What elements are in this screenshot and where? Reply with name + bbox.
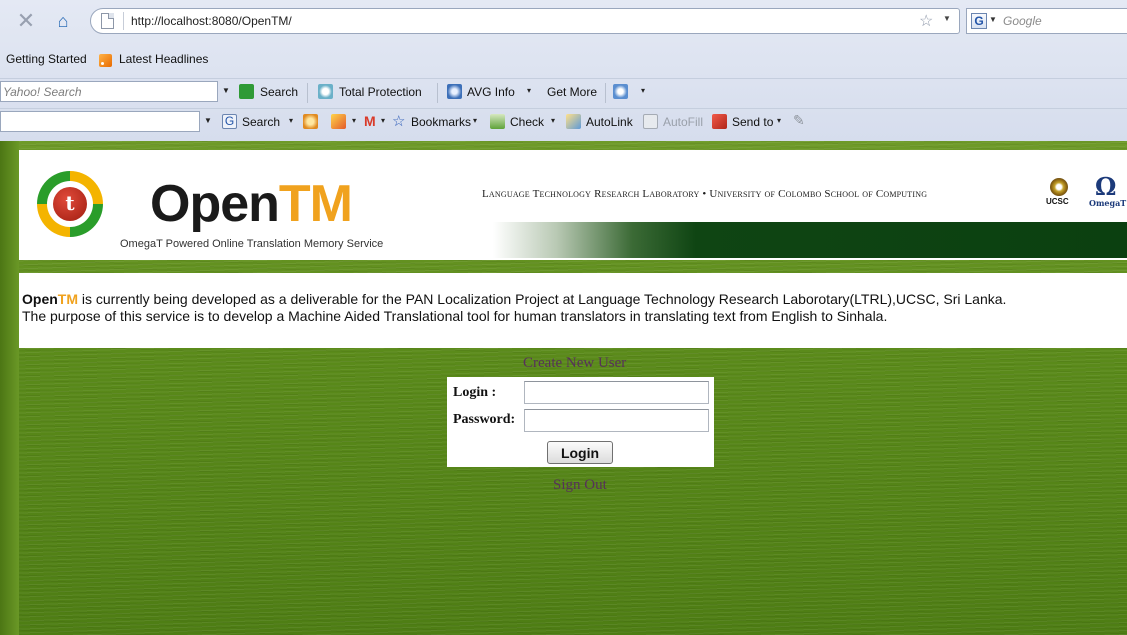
- login-form: Login : Password: Login: [447, 377, 714, 467]
- site-subtitle: OmegaT Powered Online Translation Memory…: [120, 238, 384, 250]
- divider: [307, 83, 308, 103]
- stop-icon[interactable]: ✕: [15, 10, 37, 32]
- bookmarks-button[interactable]: Bookmarks: [411, 115, 471, 129]
- star-icon[interactable]: ☆: [392, 112, 405, 130]
- chevron-down-icon[interactable]: ▾: [381, 116, 385, 125]
- chevron-down-icon[interactable]: ▾: [527, 86, 531, 95]
- opentm-logo-icon: t: [37, 171, 103, 237]
- rss-icon: [99, 54, 112, 67]
- google-icon[interactable]: G: [222, 114, 237, 129]
- site-header: t OpenTM OmegaT Powered Online Translati…: [19, 150, 1127, 260]
- google-search-button[interactable]: Search: [242, 115, 280, 129]
- search-placeholder[interactable]: Google: [1003, 14, 1042, 28]
- arrow-right-icon[interactable]: [239, 84, 254, 99]
- login-field[interactable]: [524, 381, 709, 404]
- header-banner-bar: [493, 222, 1127, 258]
- omega-symbol: Ω: [1095, 172, 1117, 201]
- bookmark-getting-started[interactable]: Getting Started: [6, 52, 87, 66]
- refresh-icon[interactable]: [613, 84, 628, 99]
- home-icon[interactable]: ⌂: [52, 10, 74, 32]
- login-button[interactable]: Login: [547, 441, 613, 464]
- yahoo-search-input[interactable]: Yahoo! Search: [0, 81, 218, 102]
- chevron-down-icon[interactable]: ▾: [352, 116, 356, 125]
- bookmark-star-icon[interactable]: ☆: [919, 11, 933, 31]
- yahoo-search-placeholder: Yahoo! Search: [3, 85, 82, 99]
- autofill-button[interactable]: AutoFill: [663, 115, 703, 129]
- divider: [123, 12, 124, 30]
- yahoo-toolbar: Yahoo! Search ▼ Search Total Protection …: [0, 78, 1127, 104]
- chevron-down-icon[interactable]: ▾: [641, 86, 645, 95]
- gmail-icon[interactable]: M: [364, 113, 376, 129]
- page-border: [0, 141, 19, 635]
- avg-info-button[interactable]: AVG Info: [467, 85, 515, 99]
- page-content: t OpenTM OmegaT Powered Online Translati…: [0, 141, 1127, 635]
- divider: [437, 83, 438, 103]
- intro-brand-tm: TM: [57, 291, 78, 307]
- create-new-user-link[interactable]: Create New User: [523, 355, 626, 372]
- intro-panel: OpenTM is currently being developed as a…: [19, 273, 1127, 348]
- intro-brand: OpenTM: [22, 291, 78, 307]
- shield-icon: [318, 84, 333, 99]
- intro-line-1: is currently being developed as a delive…: [78, 291, 1007, 307]
- divider: [605, 83, 606, 103]
- url-bar[interactable]: http://localhost:8080/OpenTM/ ☆ ▼: [90, 8, 960, 34]
- password-field[interactable]: [524, 409, 709, 432]
- chevron-down-icon[interactable]: ▼: [989, 15, 997, 24]
- popup-blocker-icon[interactable]: [331, 114, 346, 129]
- autofill-icon: [643, 114, 658, 129]
- sign-out-link[interactable]: Sign Out: [553, 477, 607, 494]
- google-toolbar: ▼ G Search ▾ ▾ M ▾ ☆ Bookmarks ▾ Check ▾…: [0, 108, 1127, 138]
- chevron-down-icon[interactable]: ▼: [943, 14, 951, 23]
- chevron-down-icon[interactable]: ▾: [289, 116, 293, 125]
- omegat-label: OmegaT: [1089, 198, 1127, 208]
- intro-text: OpenTM is currently being developed as a…: [22, 291, 1006, 325]
- send-to-button[interactable]: Send to: [732, 115, 773, 129]
- get-more-button[interactable]: Get More: [547, 85, 597, 99]
- wrench-icon[interactable]: ✎: [793, 112, 805, 129]
- login-label: Login :: [453, 385, 497, 400]
- check-button[interactable]: Check: [510, 115, 544, 129]
- logo-glyph: t: [53, 187, 87, 221]
- chevron-down-icon[interactable]: ▼: [222, 86, 230, 95]
- spellcheck-icon[interactable]: [490, 114, 505, 129]
- intro-line-2: The purpose of this service is to develo…: [22, 308, 888, 324]
- chevron-down-icon[interactable]: ▾: [473, 116, 477, 125]
- bookmark-latest-headlines[interactable]: Latest Headlines: [119, 52, 208, 66]
- page-icon: [101, 13, 114, 29]
- search-bar[interactable]: G ▼ Google: [966, 8, 1127, 34]
- chevron-down-icon[interactable]: ▾: [551, 116, 555, 125]
- logo-open-text: Open: [150, 175, 280, 233]
- autolink-icon[interactable]: [566, 114, 581, 129]
- ucsc-label: UCSC: [1046, 197, 1069, 206]
- lab-affiliation: Language Technology Research Laboratory …: [482, 188, 928, 200]
- logo-tm-text: TM: [278, 175, 353, 233]
- bookmarks-bar: Getting Started Latest Headlines: [0, 50, 1127, 72]
- ucsc-logo-icon: UCSC: [1046, 178, 1072, 208]
- avg-icon: [447, 84, 462, 99]
- site-logo-text: OpenTM: [150, 175, 353, 233]
- send-to-icon[interactable]: [712, 114, 727, 129]
- google-icon[interactable]: G: [971, 13, 987, 29]
- chevron-down-icon[interactable]: ▾: [777, 116, 781, 125]
- omegat-logo-icon: Ω OmegaT: [1089, 172, 1127, 212]
- autolink-button[interactable]: AutoLink: [586, 115, 633, 129]
- news-icon[interactable]: [303, 114, 318, 129]
- google-toolbar-input[interactable]: [0, 111, 200, 132]
- navigation-bar: ✕ ⌂ http://localhost:8080/OpenTM/ ☆ ▼ G …: [0, 0, 1127, 44]
- password-label: Password:: [453, 412, 516, 427]
- intro-brand-open: Open: [22, 291, 58, 307]
- total-protection-button[interactable]: Total Protection: [339, 85, 422, 99]
- url-text[interactable]: http://localhost:8080/OpenTM/: [131, 14, 292, 28]
- yahoo-search-button[interactable]: Search: [260, 85, 298, 99]
- browser-chrome: ✕ ⌂ http://localhost:8080/OpenTM/ ☆ ▼ G …: [0, 0, 1127, 141]
- chevron-down-icon[interactable]: ▼: [204, 116, 212, 125]
